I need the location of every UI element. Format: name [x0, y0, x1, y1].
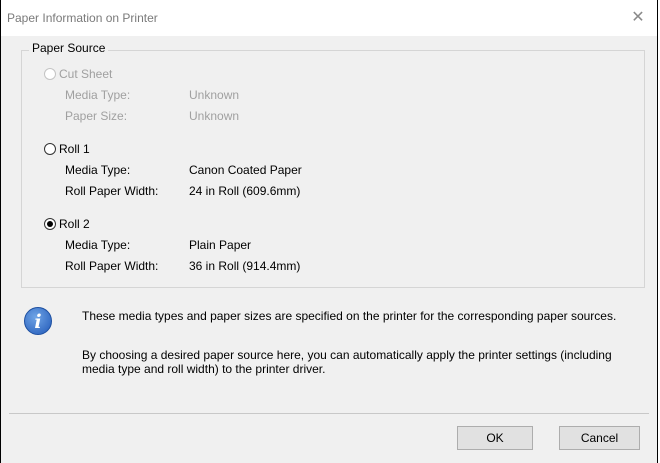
footer-separator	[9, 413, 649, 414]
roll2-media-type-value: Plain Paper	[189, 238, 252, 252]
close-icon[interactable]: ✕	[627, 7, 649, 29]
cut-sheet-paper-size-label: Paper Size:	[65, 109, 128, 123]
roll1-label: Roll 1	[59, 142, 90, 156]
cut-sheet-paper-size-value: Unknown	[189, 109, 240, 123]
roll1-media-type-label: Media Type:	[65, 163, 131, 177]
cut-sheet-label: Cut Sheet	[59, 67, 113, 81]
cut-sheet-media-type-label: Media Type:	[65, 88, 131, 102]
cut-sheet-radio-row: Cut Sheet	[44, 67, 112, 81]
paper-info-dialog: Paper Information on Printer ✕ Paper Sou…	[0, 0, 658, 463]
paper-source-label: Paper Source	[29, 41, 109, 55]
roll1-media-type-value: Canon Coated Paper	[189, 163, 302, 177]
cut-sheet-radio[interactable]	[44, 68, 56, 80]
roll2-radio-row[interactable]: Roll 2	[44, 217, 90, 231]
cancel-button[interactable]: Cancel	[559, 426, 640, 450]
title-bar: Paper Information on Printer ✕	[1, 0, 657, 36]
info-text-2b: media type and roll width) to the printe…	[82, 362, 326, 376]
roll1-width-value: 24 in Roll (609.6mm)	[189, 184, 301, 198]
dialog-title: Paper Information on Printer	[7, 11, 158, 25]
roll2-media-type-label: Media Type:	[65, 238, 131, 252]
roll2-label: Roll 2	[59, 217, 90, 231]
roll1-radio[interactable]	[44, 143, 56, 155]
info-text-1: These media types and paper sizes are sp…	[82, 309, 617, 323]
roll2-width-value: 36 in Roll (914.4mm)	[189, 259, 301, 273]
roll2-width-label: Roll Paper Width:	[65, 259, 159, 273]
roll1-radio-row[interactable]: Roll 1	[44, 142, 90, 156]
roll1-width-label: Roll Paper Width:	[65, 184, 159, 198]
info-icon: i	[24, 307, 52, 335]
roll2-radio[interactable]	[44, 218, 56, 230]
ok-button[interactable]: OK	[457, 426, 533, 450]
cut-sheet-media-type-value: Unknown	[189, 88, 240, 102]
info-text-2a: By choosing a desired paper source here,…	[82, 348, 612, 362]
